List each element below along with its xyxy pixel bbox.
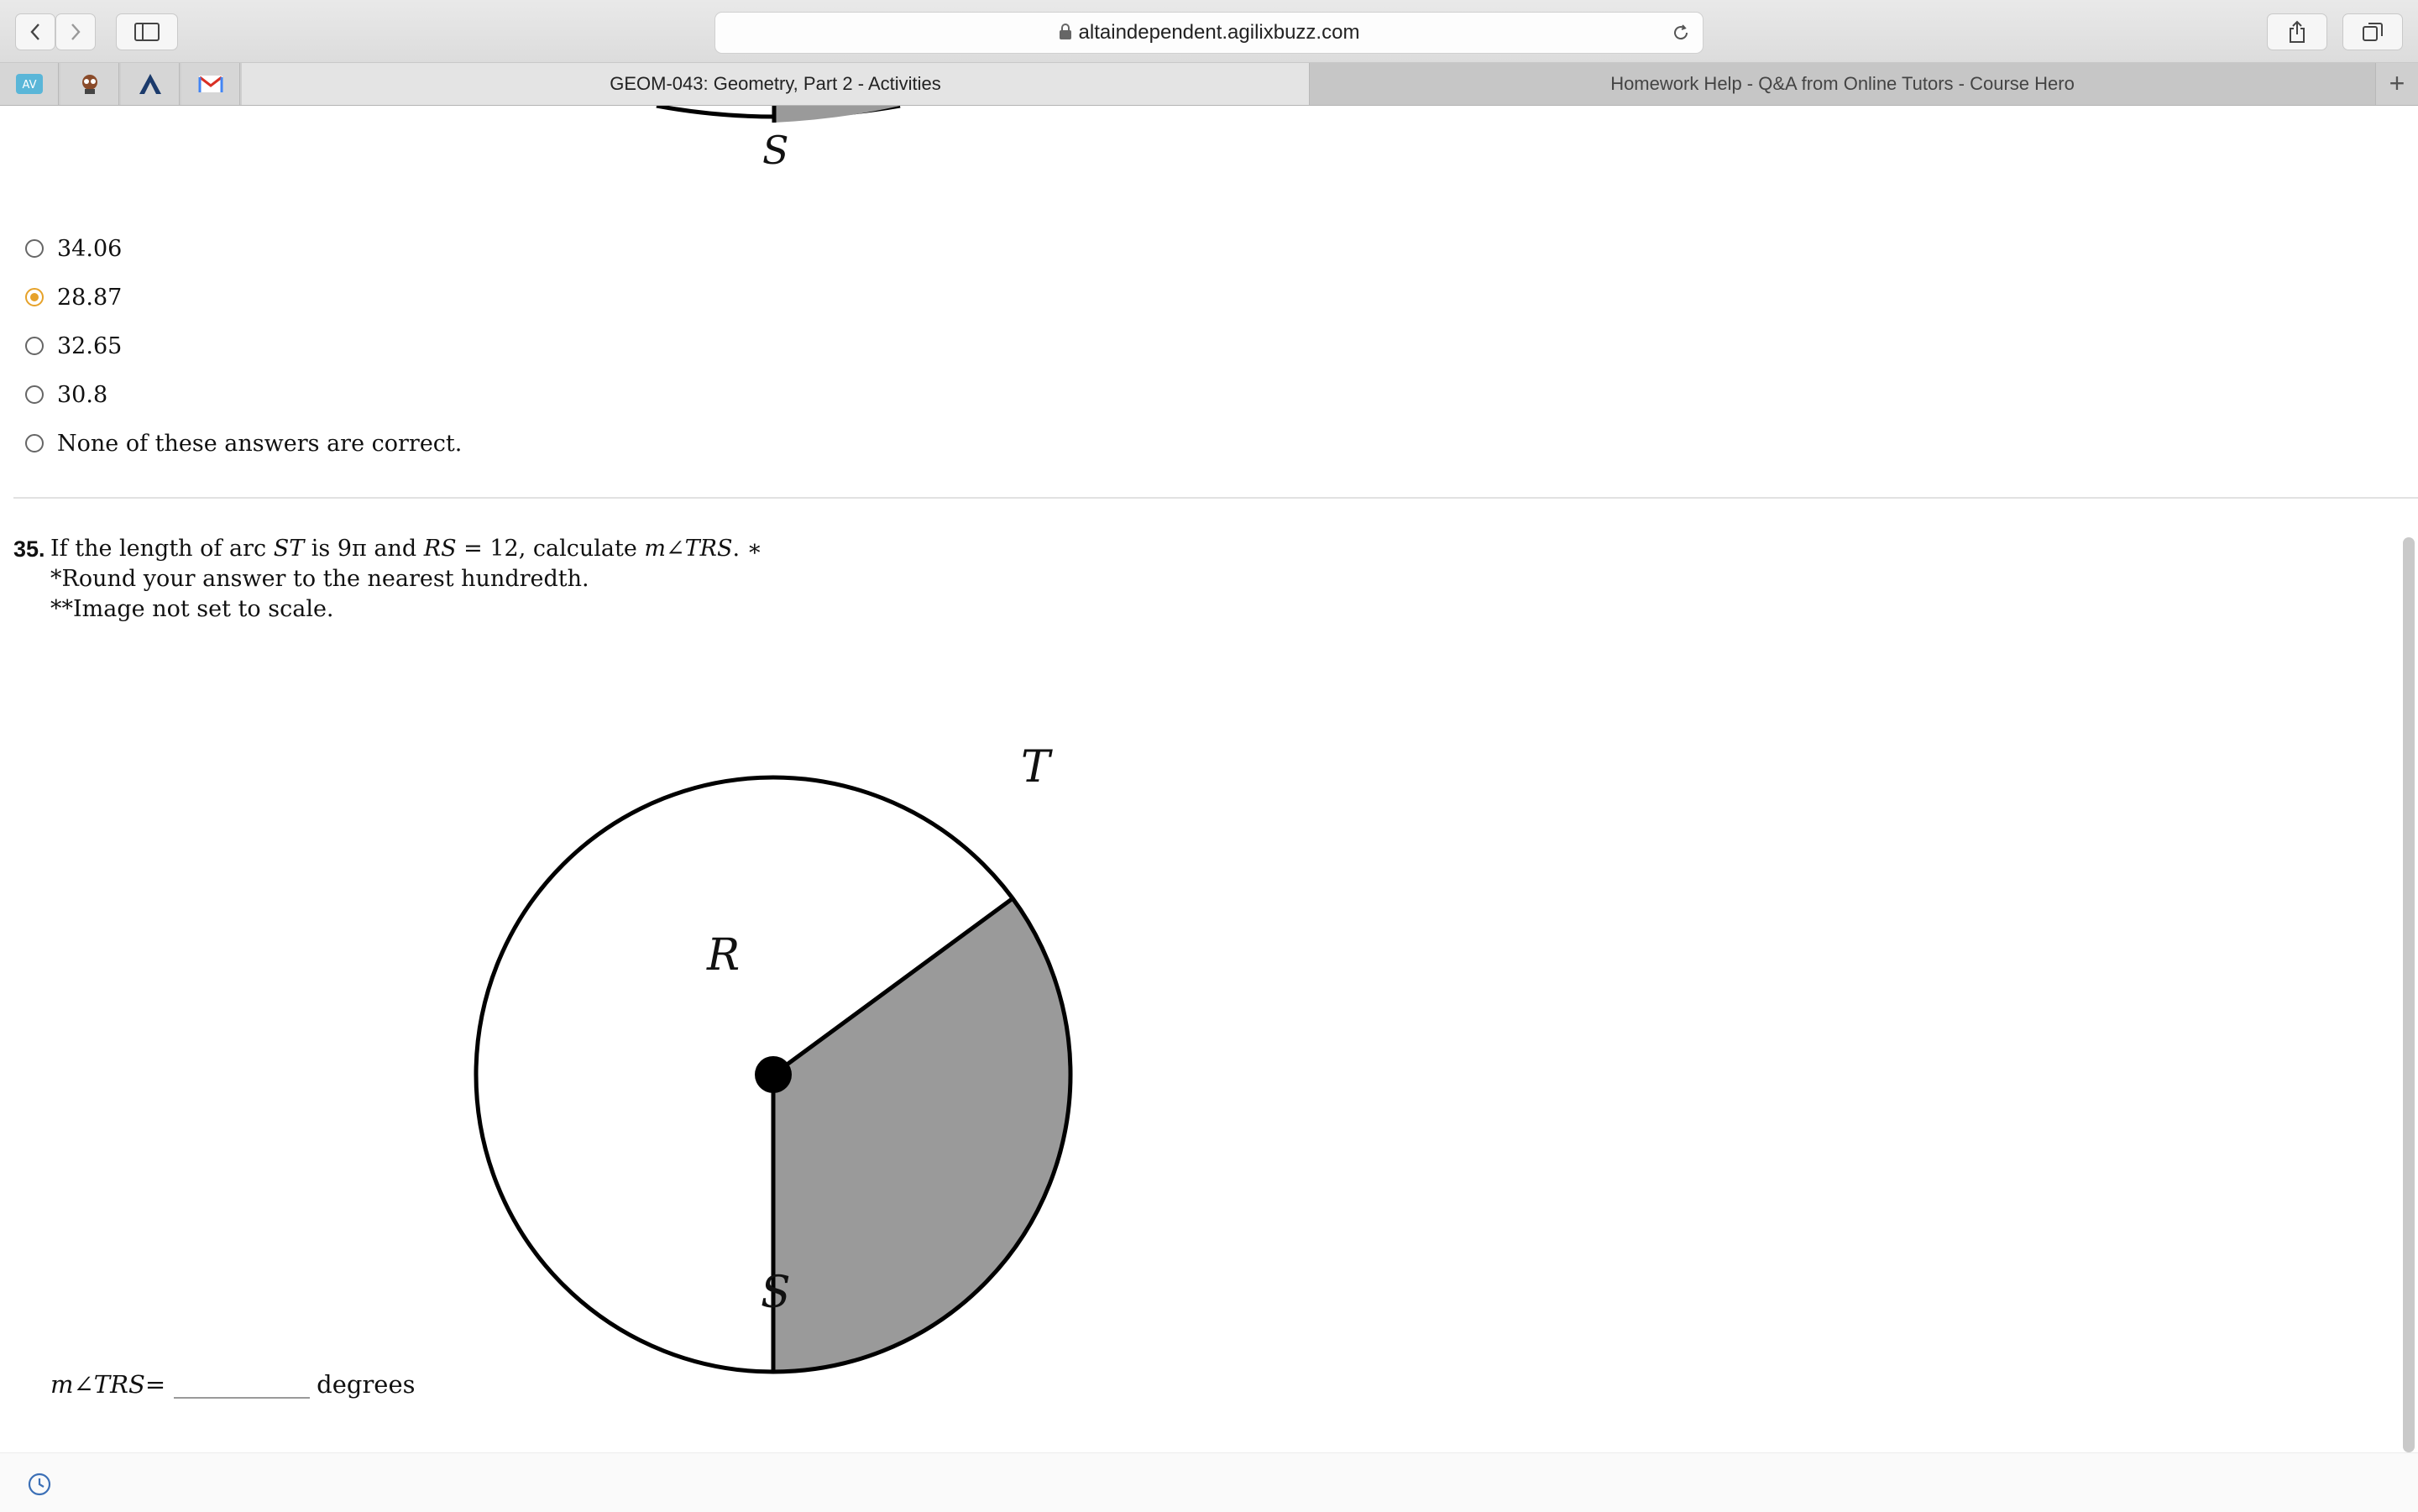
radio-button[interactable] — [25, 337, 44, 355]
radio-button[interactable] — [25, 434, 44, 453]
clock-icon[interactable] — [27, 1472, 52, 1497]
option-34-06[interactable]: 34.06 — [25, 232, 122, 265]
chevron-right-icon — [71, 24, 81, 40]
forward-button[interactable] — [55, 13, 96, 50]
option-none-correct[interactable]: None of these answers are correct. — [25, 426, 462, 460]
address-bar[interactable]: altaindependent.agilixbuzz.com — [714, 12, 1704, 54]
radio-button[interactable] — [25, 385, 44, 404]
radio-button-selected[interactable] — [25, 288, 44, 306]
question-divider — [13, 497, 2418, 499]
triangle-logo-icon — [139, 74, 161, 94]
center-point — [755, 1056, 792, 1093]
chevron-left-icon — [30, 24, 39, 40]
label-s: S — [761, 1268, 791, 1318]
question-number: 35. — [13, 536, 45, 562]
pinned-tab-1[interactable]: AV — [0, 63, 59, 105]
url-text: altaindependent.agilixbuzz.com — [1078, 21, 1360, 44]
tab-course-hero[interactable]: Homework Help - Q&A from Online Tutors -… — [1310, 63, 2376, 105]
option-32-65[interactable]: 32.65 — [25, 329, 122, 363]
sidebar-icon — [134, 23, 160, 41]
gmail-icon — [198, 76, 222, 92]
answer-unit: degrees — [317, 1370, 416, 1399]
share-button[interactable] — [2267, 13, 2327, 50]
rounding-note: *Round your answer to the nearest hundre… — [50, 566, 589, 592]
share-icon — [2290, 20, 2305, 43]
tab-bar: AV GEOM-043: Geometry, Part 2 - Activiti… — [0, 63, 2418, 106]
option-label: 30.8 — [57, 381, 108, 408]
mascot-icon — [81, 75, 97, 94]
lock-icon — [1059, 23, 1071, 39]
circle-sector-diagram — [474, 775, 1073, 1374]
previous-figure-label-s: S — [762, 128, 789, 173]
option-label: 34.06 — [57, 235, 123, 262]
pinned-tab-2[interactable] — [60, 63, 119, 105]
tab-overview-icon — [2363, 23, 2383, 41]
option-30-8[interactable]: 30.8 — [25, 378, 107, 411]
tab-geometry-activities[interactable]: GEOM-043: Geometry, Part 2 - Activities — [242, 63, 1310, 105]
tab-overview-button[interactable] — [2342, 13, 2403, 50]
pinned-tab-3[interactable] — [121, 63, 180, 105]
reload-icon[interactable] — [1671, 23, 1691, 43]
question-prompt: If the length of arc ST is 9π and RS = 1… — [50, 536, 762, 562]
browser-toolbar: altaindependent.agilixbuzz.com — [0, 0, 2418, 63]
answer-equals: = — [144, 1370, 166, 1399]
option-28-87[interactable]: 28.87 — [25, 280, 122, 314]
bottom-bar — [0, 1452, 2418, 1512]
shaded-sector — [773, 899, 1070, 1372]
answer-row: m∠TRS = degrees — [50, 1365, 416, 1399]
back-button[interactable] — [15, 13, 55, 50]
radio-button[interactable] — [25, 239, 44, 258]
page-content: S 34.06 28.87 32.65 30.8 None of these a… — [0, 106, 2418, 1449]
option-label: 28.87 — [57, 284, 123, 311]
answer-input[interactable] — [174, 1365, 311, 1399]
new-tab-button[interactable]: + — [2376, 63, 2418, 105]
pinned-tab-gmail[interactable] — [181, 63, 240, 105]
book-icon: AV — [15, 74, 43, 94]
svg-text:AV: AV — [22, 79, 36, 92]
scale-note: **Image not set to scale. — [50, 596, 334, 622]
option-label: 32.65 — [57, 332, 123, 359]
scrollbar[interactable] — [2403, 537, 2415, 1452]
sidebar-button[interactable] — [116, 13, 178, 50]
option-label: None of these answers are correct. — [57, 430, 463, 457]
label-r: R — [707, 930, 741, 981]
answer-lhs: m∠TRS — [50, 1370, 145, 1399]
label-t: T — [1021, 742, 1050, 793]
